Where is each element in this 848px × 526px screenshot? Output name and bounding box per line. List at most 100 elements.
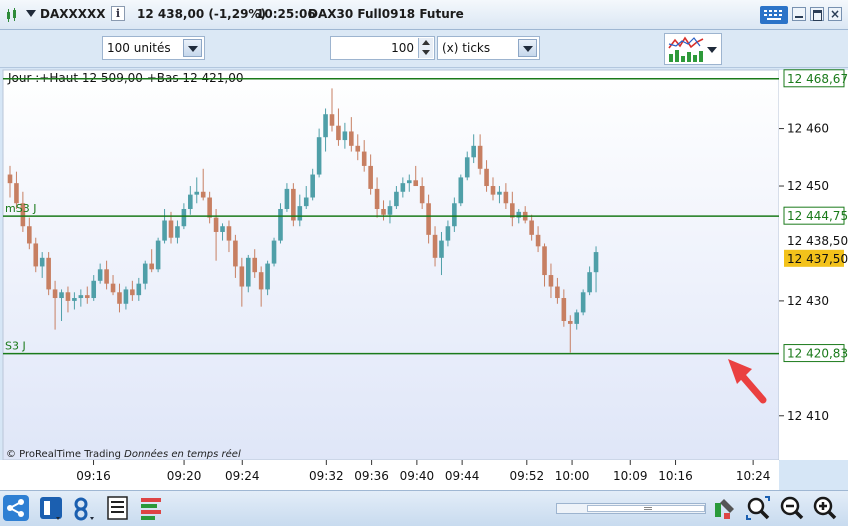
x-tick-label: 09:20 bbox=[167, 469, 202, 483]
plot-area[interactable] bbox=[2, 69, 780, 461]
scrollbar-thumb[interactable] bbox=[587, 505, 705, 512]
maximize-icon[interactable] bbox=[810, 7, 824, 21]
candle-body bbox=[567, 321, 573, 324]
candle-body bbox=[368, 165, 373, 189]
candle bbox=[46, 252, 51, 296]
candle bbox=[458, 174, 464, 207]
price-chart[interactable]: Jour :+Haut 12 509,00 +Bas 12 421,00 12 … bbox=[0, 68, 848, 490]
instrument-dropdown-icon[interactable] bbox=[26, 10, 36, 17]
candle-body bbox=[265, 263, 270, 290]
candle-body bbox=[381, 208, 386, 215]
x-tick-label: 09:52 bbox=[510, 469, 545, 483]
close-icon[interactable]: × bbox=[828, 7, 842, 21]
y-tick-label: 12 430 bbox=[787, 294, 829, 308]
zoom-out-icon[interactable] bbox=[779, 495, 805, 521]
candle-body bbox=[207, 197, 212, 218]
x-tick-label: 09:36 bbox=[354, 469, 389, 483]
candle-body bbox=[27, 226, 32, 244]
layout-icon[interactable] bbox=[38, 495, 64, 521]
candle-body bbox=[561, 298, 567, 322]
x-tick-label: 09:16 bbox=[76, 469, 111, 483]
candle-body bbox=[59, 292, 64, 299]
candle-body bbox=[175, 226, 180, 238]
level-name: S3 J bbox=[5, 340, 26, 353]
zoom-fit-icon[interactable] bbox=[745, 495, 771, 521]
volume-profile-icon[interactable] bbox=[138, 495, 164, 521]
units-select[interactable]: 100 unités bbox=[102, 36, 205, 60]
candle-body bbox=[406, 180, 412, 184]
candle-body bbox=[78, 295, 84, 299]
candle-body bbox=[503, 191, 509, 204]
x-tick-label: 10:00 bbox=[555, 469, 590, 483]
candle-body bbox=[542, 246, 547, 276]
candle-body bbox=[394, 191, 399, 207]
x-tick-label: 09:44 bbox=[445, 469, 480, 483]
candle-body bbox=[439, 240, 444, 258]
candle-body bbox=[252, 257, 258, 273]
candle-body bbox=[452, 203, 457, 227]
x-tick-label: 10:16 bbox=[658, 469, 693, 483]
tick-count-stepper[interactable] bbox=[418, 38, 433, 58]
candle-body bbox=[226, 226, 232, 241]
period-type-select[interactable]: (x) ticks bbox=[437, 36, 540, 60]
period-type-value: (x) ticks bbox=[442, 41, 491, 55]
time-scrollbar[interactable] bbox=[556, 503, 706, 514]
candle-body bbox=[213, 217, 219, 232]
indicators-button[interactable] bbox=[664, 33, 722, 65]
compare-instruments-icon[interactable] bbox=[72, 495, 98, 521]
instrument-name[interactable]: DAXXXXX bbox=[40, 7, 106, 21]
tick-count-value: 100 bbox=[391, 41, 414, 55]
candle-body bbox=[387, 206, 393, 215]
candle-body bbox=[104, 269, 109, 284]
candle-body bbox=[136, 283, 142, 296]
candle-body bbox=[355, 145, 361, 152]
candle-body bbox=[580, 292, 586, 313]
candle-body bbox=[426, 203, 431, 235]
order-book-icon[interactable] bbox=[105, 495, 131, 521]
chart-window: DAXXXXX i 12 438,00 (-1,29%) 10:25:06 DA… bbox=[0, 0, 848, 526]
realtime-notice: Données en temps réel bbox=[124, 449, 241, 460]
chart-title: Jour :+Haut 12 509,00 +Bas 12 421,00 bbox=[7, 71, 244, 85]
tick-count-input[interactable]: 100 bbox=[330, 36, 435, 60]
candle-body bbox=[297, 206, 303, 221]
candle bbox=[580, 289, 586, 316]
chevron-down-icon[interactable] bbox=[518, 39, 537, 57]
candle bbox=[271, 237, 277, 267]
candle-body bbox=[168, 220, 174, 238]
stepper-down-icon[interactable] bbox=[422, 50, 430, 55]
info-icon[interactable]: i bbox=[111, 6, 125, 21]
candle-body bbox=[155, 240, 161, 270]
candle-body bbox=[413, 180, 419, 187]
stepper-up-icon[interactable] bbox=[422, 40, 430, 45]
candle-body bbox=[336, 125, 341, 141]
candle-body bbox=[374, 188, 380, 209]
candle-body bbox=[188, 194, 193, 209]
candle-body bbox=[46, 257, 51, 290]
candle-body bbox=[529, 220, 534, 235]
candle-body bbox=[130, 289, 135, 296]
candle-body bbox=[162, 220, 167, 241]
candlestick-icon[interactable] bbox=[6, 8, 18, 23]
zoom-in-icon[interactable] bbox=[812, 495, 838, 521]
minimize-icon[interactable] bbox=[792, 7, 806, 21]
candle-body bbox=[284, 188, 290, 209]
level-price-label: 12 444,75 bbox=[787, 209, 848, 223]
candle-body bbox=[220, 226, 225, 232]
candle-body bbox=[432, 234, 438, 258]
candle-body bbox=[497, 191, 502, 195]
candle-body bbox=[65, 292, 71, 301]
chevron-down-icon[interactable] bbox=[707, 47, 717, 53]
units-value: 100 unités bbox=[107, 41, 171, 55]
candle-body bbox=[7, 174, 13, 184]
keyboard-icon[interactable] bbox=[760, 6, 788, 24]
candle-body bbox=[471, 145, 476, 158]
chevron-down-icon[interactable] bbox=[183, 39, 202, 57]
drawing-tools-icon[interactable] bbox=[712, 495, 738, 521]
candle-body bbox=[445, 226, 451, 241]
candle-body bbox=[110, 283, 116, 293]
candle-body bbox=[329, 114, 335, 126]
contract-name: DAX30 Full0918 Future bbox=[308, 7, 464, 21]
candle-body bbox=[194, 191, 200, 195]
share-icon[interactable] bbox=[3, 495, 29, 521]
candle-body bbox=[149, 263, 154, 270]
